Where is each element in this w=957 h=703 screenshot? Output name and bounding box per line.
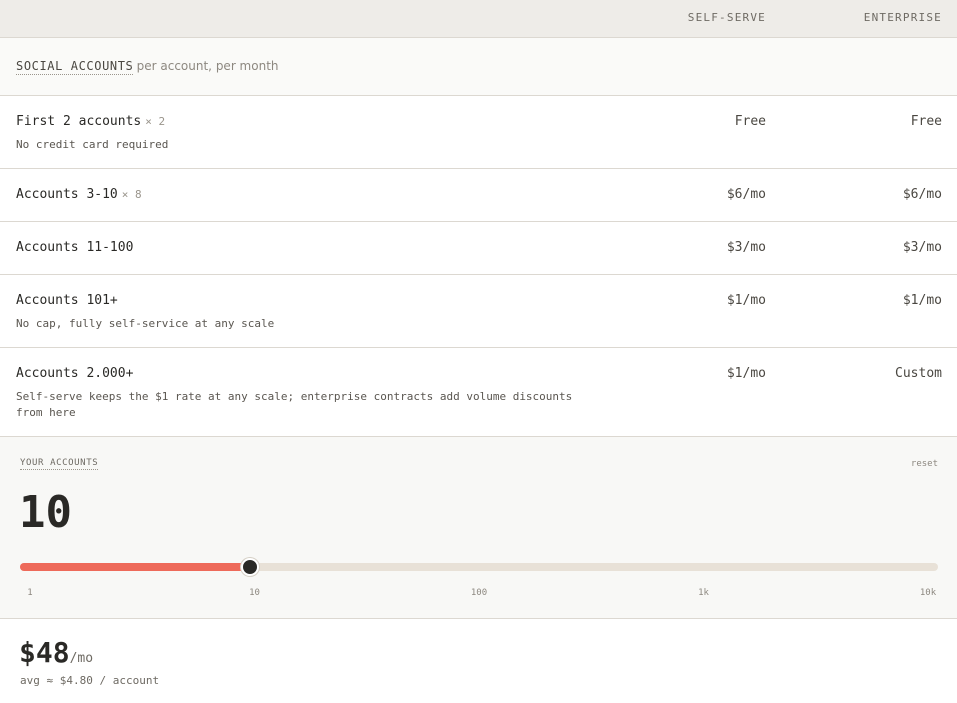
section-header: SOCIAL ACCOUNTS · per account, per month [0, 38, 957, 96]
slider-fill [20, 563, 250, 571]
slider-tick-100: 100 [470, 588, 488, 598]
slider-tick-1k: 1k [698, 588, 709, 598]
tier-note: No cap, fully self-service at any scale [16, 317, 275, 330]
total-price-amount: $48 [19, 636, 70, 669]
total-price-unit: /mo [69, 651, 94, 666]
tier-row-101-plus: Accounts 101+ No cap, fully self-service… [0, 275, 957, 348]
tier-name: Accounts 3-10 × 8 [16, 187, 142, 202]
tier-price-self-serve: $3/mo [726, 240, 766, 255]
total-summary: $48/mo avg ≈ $4.80 / account [0, 620, 957, 703]
tier-multiplier: × 2 [145, 115, 166, 128]
tier-row-3-10: Accounts 3-10 × 8 $6/mo $6/mo [0, 169, 957, 222]
account-calculator: YOUR ACCOUNTS reset 10 1 10 100 1k 10k [0, 437, 957, 619]
slider-thumb[interactable] [240, 558, 259, 576]
total-price: $48/mo [19, 635, 93, 677]
accounts-slider[interactable] [20, 558, 938, 576]
tier-name-label: First 2 accounts [16, 114, 142, 129]
tier-price-enterprise: Free [910, 114, 942, 129]
tier-name: Accounts 101+ [16, 293, 118, 308]
calculator-label: YOUR ACCOUNTS [20, 458, 99, 470]
tier-name-label: Accounts 2.000+ [16, 366, 134, 381]
tier-name: First 2 accounts × 2 [16, 114, 165, 129]
tier-multiplier: × 8 [121, 188, 142, 201]
column-header-enterprise: ENTERPRISE [863, 11, 942, 24]
tier-name-label: Accounts 11-100 [16, 240, 134, 255]
slider-tick-10: 10 [249, 588, 260, 598]
tier-row-first-2: First 2 accounts × 2 No credit card requi… [0, 96, 957, 169]
tier-name-label: Accounts 3-10 [16, 187, 118, 202]
reset-button[interactable]: reset [911, 459, 938, 469]
tier-row-11-100: Accounts 11-100 $3/mo $3/mo [0, 222, 957, 275]
tier-row-2000-plus: Accounts 2.000+ Self-serve keeps the $1 … [0, 348, 957, 437]
account-count: 10 [19, 487, 72, 538]
tier-name: Accounts 2.000+ [16, 366, 133, 381]
tier-price-enterprise: $1/mo [902, 293, 942, 308]
tier-price-enterprise: Custom [895, 366, 942, 381]
tier-price-self-serve: $1/mo [726, 366, 766, 381]
tier-price-enterprise: $3/mo [902, 240, 942, 255]
slider-tick-1: 1 [27, 588, 33, 598]
slider-tick-10k: 10k [919, 588, 937, 598]
pricing-table-header: SELF-SERVE ENTERPRISE [0, 0, 957, 38]
section-title: SOCIAL ACCOUNTS [16, 59, 134, 75]
tier-price-self-serve: $1/mo [726, 293, 766, 308]
tier-note: Self-serve keeps the $1 rate at any scal… [16, 390, 573, 419]
tier-price-enterprise: $6/mo [902, 187, 942, 202]
tier-name-label: Accounts 101+ [16, 293, 118, 308]
average-per-account: avg ≈ $4.80 / account [20, 674, 160, 687]
tier-price-self-serve: $6/mo [726, 187, 766, 202]
section-subtitle: · per account, per month [129, 59, 279, 73]
column-header-self-serve: SELF-SERVE [687, 11, 766, 24]
tier-name: Accounts 11-100 [16, 240, 133, 255]
tier-price-self-serve: Free [734, 114, 766, 129]
tier-note: No credit card required [16, 138, 169, 151]
